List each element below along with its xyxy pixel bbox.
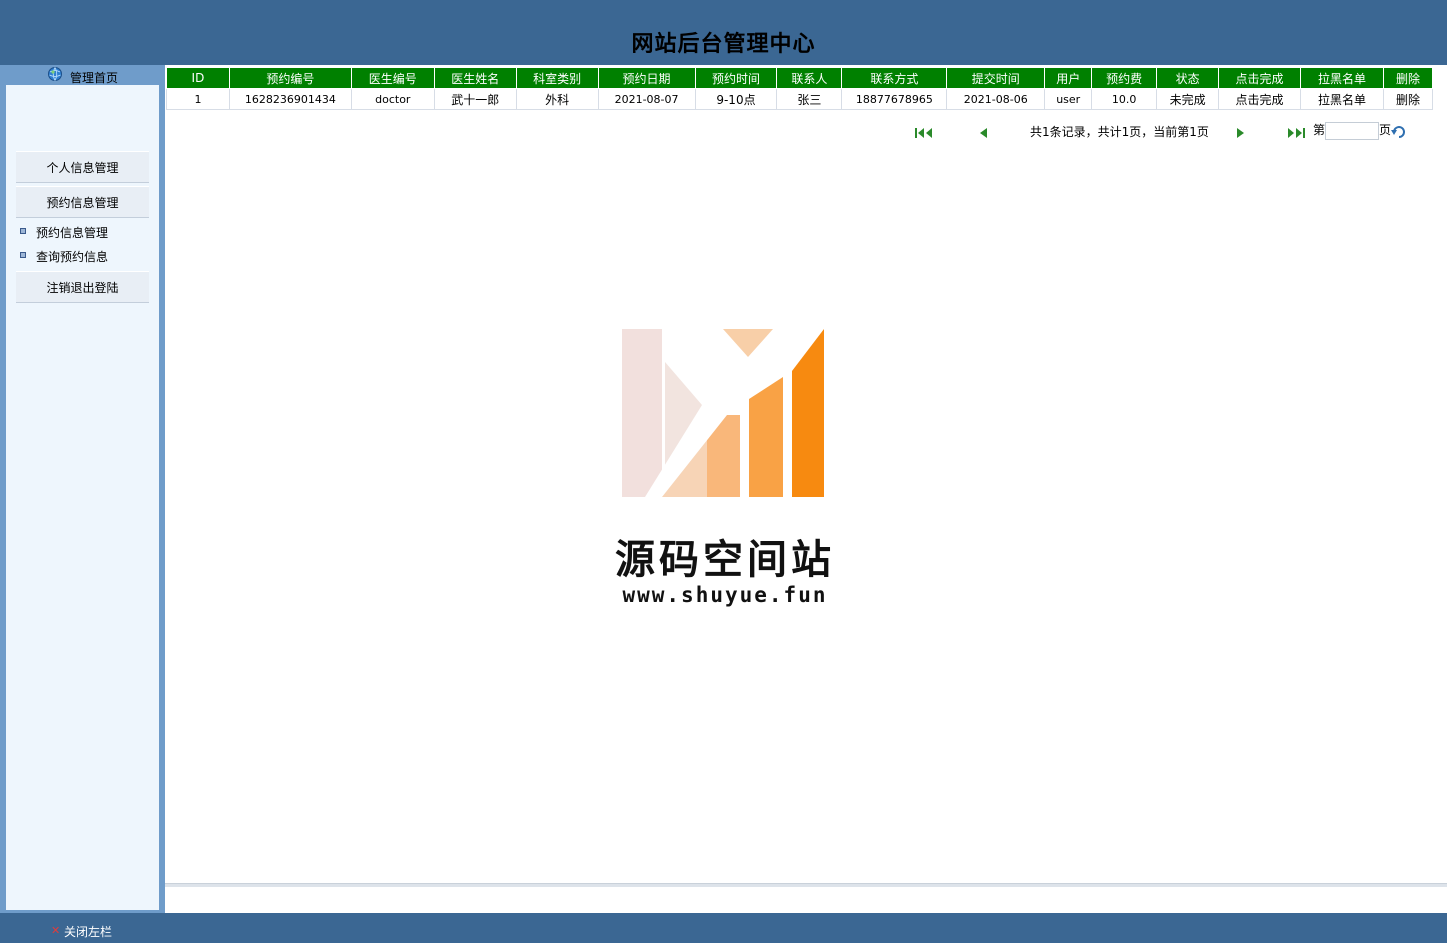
appointment-table: ID 预约编号 医生编号 医生姓名 科室类别 预约日期 预约时间 联系人 联系方… [166, 67, 1434, 110]
page-title: 网站后台管理中心 [631, 32, 816, 57]
globe-icon [48, 67, 62, 81]
top-header: 网站后台管理中心 [0, 0, 1447, 65]
page-jump-suffix: 页 [1379, 123, 1392, 137]
blacklist-link[interactable]: 拉黑名单 [1299, 88, 1384, 110]
col-header: 删除 [1382, 67, 1434, 89]
menu-logout[interactable]: 注销退出登陆 [16, 271, 149, 303]
cell-user: user [1044, 88, 1093, 110]
cell-id: 1 [166, 88, 230, 110]
menu-appointment-info[interactable]: 预约信息管理 [16, 186, 149, 218]
pager-info: 共1条记录，共计1页，当前第1页 [1030, 125, 1209, 139]
cell-doctor-name: 武十一郎 [433, 88, 517, 110]
first-page-icon[interactable] [914, 123, 934, 143]
col-header: 点击完成 [1218, 67, 1301, 89]
watermark-logo: 源码空间站 www.shuyue.fun [605, 327, 845, 617]
col-header: 用户 [1044, 67, 1093, 89]
col-header: 联系人 [776, 67, 843, 89]
col-header: 预约编号 [228, 67, 352, 89]
close-icon[interactable]: ✕ [51, 924, 60, 937]
delete-link[interactable]: 删除 [1382, 88, 1434, 110]
sidebar-home[interactable]: 管理首页 [0, 65, 165, 85]
col-header: 医生编号 [350, 67, 435, 89]
col-header: 科室类别 [515, 67, 599, 89]
page-number-input[interactable] [1325, 121, 1380, 140]
content-divider [165, 883, 1447, 887]
bottom-bar: ✕ 关闭左栏 [0, 913, 1447, 943]
cell-doctor-no: doctor [350, 88, 435, 110]
menu-personal-info[interactable]: 个人信息管理 [16, 151, 149, 183]
left-sidebar: 管理首页 个人信息管理 预约信息管理 预约信息管理 查询预约信息 注销退出登陆 [0, 65, 165, 913]
col-header: 状态 [1156, 67, 1220, 89]
page-jump: 第页 [1313, 121, 1407, 141]
sidebar-home-label: 管理首页 [70, 71, 119, 85]
cell-fee: 10.0 [1091, 88, 1158, 110]
cell-appointment-no: 1628236901434 [228, 88, 352, 110]
table-row: 1 1628236901434 doctor 武十一郎 外科 2021-08-0… [166, 88, 1434, 110]
cell-submit-time: 2021-08-06 [946, 88, 1046, 110]
complete-link[interactable]: 点击完成 [1218, 88, 1301, 110]
cell-department: 外科 [515, 88, 599, 110]
col-header: ID [166, 67, 230, 89]
col-header: 预约时间 [694, 67, 778, 89]
submenu-label: 查询预约信息 [36, 250, 109, 264]
prev-page-icon[interactable] [977, 123, 989, 143]
cell-contact: 张三 [776, 88, 843, 110]
cell-date: 2021-08-07 [597, 88, 696, 110]
col-header: 预约日期 [597, 67, 696, 89]
col-header: 提交时间 [946, 67, 1046, 89]
watermark-name: 源码空间站 [615, 537, 835, 583]
main-content: ID 预约编号 医生编号 医生姓名 科室类别 预约日期 预约时间 联系人 联系方… [165, 65, 1447, 913]
next-page-icon[interactable] [1235, 123, 1247, 143]
submenu-label: 预约信息管理 [36, 226, 109, 240]
col-header: 联系方式 [841, 67, 948, 89]
col-header: 医生姓名 [433, 67, 517, 89]
refresh-icon[interactable] [1391, 124, 1407, 138]
cell-time: 9-10点 [694, 88, 778, 110]
watermark-url: www.shuyue.fun [622, 583, 828, 607]
col-header: 预约费 [1091, 67, 1158, 89]
logo-icon [622, 329, 824, 497]
last-page-icon[interactable] [1287, 123, 1307, 143]
table-header-row: ID 预约编号 医生编号 医生姓名 科室类别 预约日期 预约时间 联系人 联系方… [166, 67, 1434, 89]
bullet-icon [20, 228, 26, 234]
cell-phone: 18877678965 [841, 88, 948, 110]
close-sidebar-link[interactable]: 关闭左栏 [64, 923, 112, 940]
page-jump-prefix: 第 [1313, 123, 1326, 137]
bullet-icon [20, 252, 26, 258]
cell-status: 未完成 [1156, 88, 1220, 110]
col-header: 拉黑名单 [1299, 67, 1384, 89]
